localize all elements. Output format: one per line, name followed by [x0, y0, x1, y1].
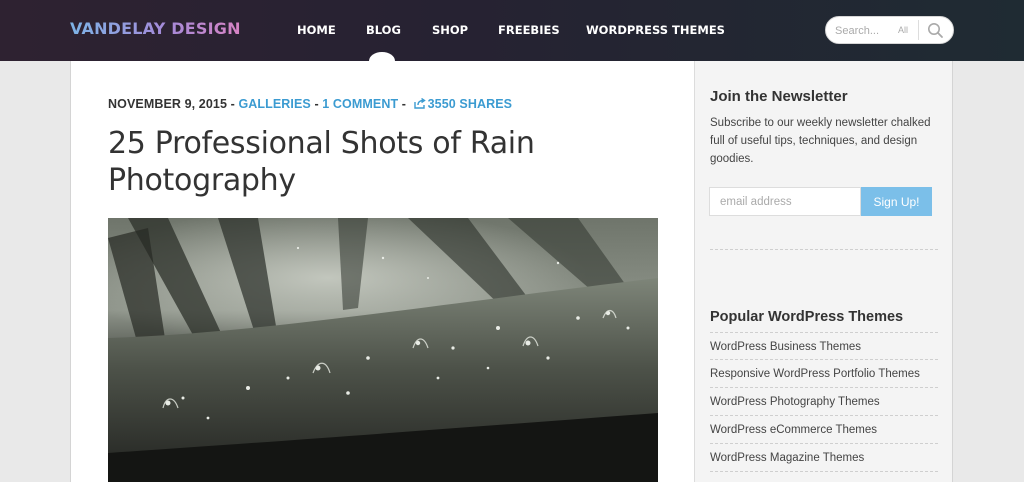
search-box: All	[825, 16, 954, 44]
post-shares-link[interactable]: 3550 SHARES	[428, 97, 512, 111]
sidebar: Join the Newsletter Subscribe to our wee…	[694, 61, 953, 482]
nav-item-wordpress-themes[interactable]: WORDPRESS THEMES	[586, 23, 725, 37]
sign-up-button[interactable]: Sign Up!	[861, 187, 932, 216]
list-item[interactable]: WordPress Photography Themes	[710, 388, 938, 416]
nav-item-blog[interactable]: BLOG	[366, 23, 401, 37]
list-item[interactable]: WordPress Magazine Themes	[710, 444, 938, 472]
nav-item-freebies[interactable]: FREEBIES	[498, 23, 560, 37]
search-icon[interactable]	[926, 21, 946, 41]
search-scope-select[interactable]: All	[898, 25, 908, 35]
popular-themes-list: WordPress Business Themes Responsive Wor…	[710, 332, 938, 472]
nav-item-home[interactable]: HOME	[297, 23, 336, 37]
list-item[interactable]: WordPress Business Themes	[710, 332, 938, 360]
main-content: NOVEMBER 9, 2015 - GALLERIES - 1 COMMENT…	[71, 61, 694, 482]
post-category-link[interactable]: GALLERIES	[238, 97, 310, 111]
newsletter-text: Subscribe to our weekly newsletter chalk…	[710, 117, 931, 165]
list-item[interactable]: WordPress eCommerce Themes	[710, 416, 938, 444]
share-icon	[413, 97, 426, 112]
rain-photo	[108, 218, 658, 482]
post-comments-link[interactable]: 1 COMMENT	[322, 97, 398, 111]
post-title: 25 Professional Shots of Rain Photograph…	[108, 126, 535, 198]
post-date: NOVEMBER 9, 2015	[108, 97, 228, 111]
email-field[interactable]	[709, 187, 861, 216]
site-logo[interactable]: VANDELAY DESIGN	[70, 19, 241, 38]
site-header: VANDELAY DESIGN HOME BLOG SHOP FREEBIES …	[0, 0, 1024, 61]
divider	[710, 249, 938, 250]
post-meta: NOVEMBER 9, 2015 - GALLERIES - 1 COMMENT…	[108, 97, 513, 112]
search-divider	[918, 20, 919, 40]
newsletter-title: Join the Newsletter	[710, 88, 848, 105]
search-input[interactable]	[835, 23, 890, 38]
list-item[interactable]: Responsive WordPress Portfolio Themes	[710, 360, 938, 388]
popular-themes-title: Popular WordPress Themes	[710, 309, 904, 325]
nav-item-shop[interactable]: SHOP	[432, 23, 468, 37]
